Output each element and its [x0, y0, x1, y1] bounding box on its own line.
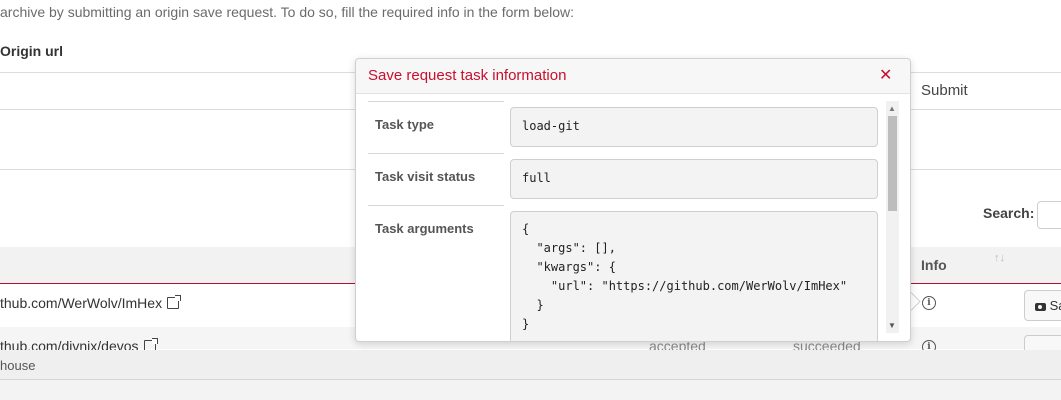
scroll-up-icon[interactable]: ▲	[888, 104, 896, 113]
scrollbar-thumb[interactable]	[888, 116, 897, 211]
divider	[911, 109, 1061, 110]
divider	[0, 72, 356, 73]
info-column-header[interactable]: Info	[921, 257, 947, 273]
divider	[911, 72, 1061, 73]
popover-title: Save request task information	[368, 67, 567, 84]
intro-text: archive by submitting an origin save req…	[0, 4, 575, 20]
task-type-label: Task type	[375, 117, 435, 132]
task-arguments-row: Task arguments { "args": [], "kwargs": {…	[368, 205, 896, 341]
task-arguments-label: Task arguments	[375, 221, 474, 236]
external-link-icon[interactable]	[167, 295, 182, 309]
popover-body[interactable]: Task type load-git Task visit status ful…	[356, 94, 910, 341]
task-type-value: load-git	[510, 107, 878, 147]
save-button-label: Sa	[1049, 298, 1061, 313]
task-arguments-value: { "args": [], "kwargs": { "url": "https:…	[510, 211, 878, 341]
task-visit-status-row: Task visit status full	[368, 153, 896, 205]
task-type-row: Task type load-git	[368, 101, 896, 153]
submit-column-header: Submit	[921, 82, 968, 99]
task-arguments-json: { "args": [], "kwargs": { "url": "https:…	[522, 222, 848, 331]
search-label: Search:	[983, 205, 1035, 221]
divider	[0, 109, 356, 110]
scroll-down-icon[interactable]: ▼	[888, 321, 896, 330]
footer	[0, 350, 1061, 380]
divider	[368, 101, 504, 102]
divider	[0, 169, 356, 170]
bottom-strip	[0, 380, 1061, 400]
divider	[911, 169, 1061, 170]
popover-header: Save request task information ✕	[356, 59, 910, 94]
divider	[368, 205, 504, 206]
search-input[interactable]	[1037, 201, 1061, 229]
sort-arrows-icon[interactable]: ↑↓	[994, 252, 1005, 264]
task-info-popover: Save request task information ✕ Task typ…	[355, 58, 911, 342]
save-snapshot-button[interactable]: Sa	[1024, 290, 1061, 321]
close-icon[interactable]: ✕	[879, 65, 892, 85]
table-row: thub.com/WerWolv/ImHex	[0, 295, 182, 311]
footer-text: house	[0, 358, 36, 373]
camera-icon	[1035, 303, 1046, 311]
origin-url-label: Origin url	[0, 43, 63, 59]
origin-link[interactable]: thub.com/WerWolv/ImHex	[0, 295, 162, 311]
task-visit-status-value: full	[510, 159, 878, 199]
task-visit-status-label: Task visit status	[375, 169, 476, 184]
info-icon[interactable]: i	[922, 296, 936, 310]
divider	[368, 153, 504, 154]
